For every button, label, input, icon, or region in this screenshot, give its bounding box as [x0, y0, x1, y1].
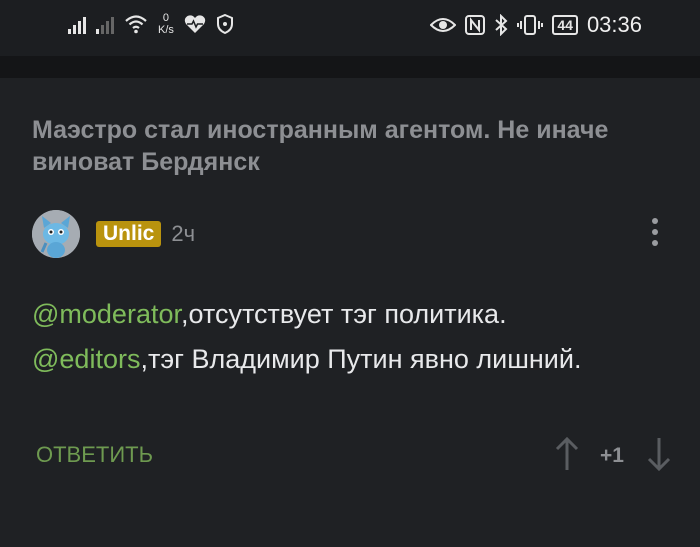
bluetooth-icon: [495, 14, 508, 36]
vote-score: +1: [600, 444, 624, 467]
upvote-icon[interactable]: [554, 436, 580, 472]
shield-icon: [216, 14, 233, 34]
nfc-icon: [465, 15, 486, 35]
more-icon[interactable]: [652, 218, 658, 251]
comment-text-part-2: ,тэг Владимир Путин явно лишний.: [140, 344, 582, 374]
avatar[interactable]: [32, 210, 80, 258]
post-title[interactable]: Маэстро стал иностранным агентом. Не ина…: [32, 114, 672, 178]
signal-icon: [68, 14, 86, 34]
battery-icon: 44: [552, 15, 578, 35]
username[interactable]: Unlic: [96, 221, 162, 247]
comment-header: Unlic 2ч: [32, 210, 195, 258]
clock: 03:36: [586, 12, 642, 37]
avatar-image: [32, 210, 80, 258]
net-speed-value: 0: [162, 12, 170, 24]
signal-2-icon: [96, 14, 114, 34]
eye-icon: [430, 18, 457, 32]
mention-editors[interactable]: @editors: [32, 344, 140, 374]
divider: [0, 56, 700, 78]
net-speed-unit: K/s: [158, 24, 174, 36]
vibrate-icon: [517, 15, 544, 35]
status-left: 0 K/s: [68, 12, 234, 36]
comment-text-part-1: ,отсутствует тэг политика.: [180, 299, 507, 329]
downvote-icon[interactable]: [646, 436, 672, 472]
heart-monitor-icon: [184, 15, 206, 34]
mention-moderator[interactable]: @moderator: [32, 299, 181, 329]
comment-text: @moderator,отсутствует тэг политика. @ed…: [32, 292, 652, 382]
comment-time: 2ч: [171, 221, 196, 246]
status-bar: 0 K/s 44 03:36: [0, 0, 700, 56]
status-right: 44 03:36: [430, 12, 642, 38]
wifi-icon: [125, 15, 147, 34]
reply-button[interactable]: ОТВЕТИТЬ: [36, 442, 153, 468]
net-speed: 0 K/s: [158, 12, 174, 36]
